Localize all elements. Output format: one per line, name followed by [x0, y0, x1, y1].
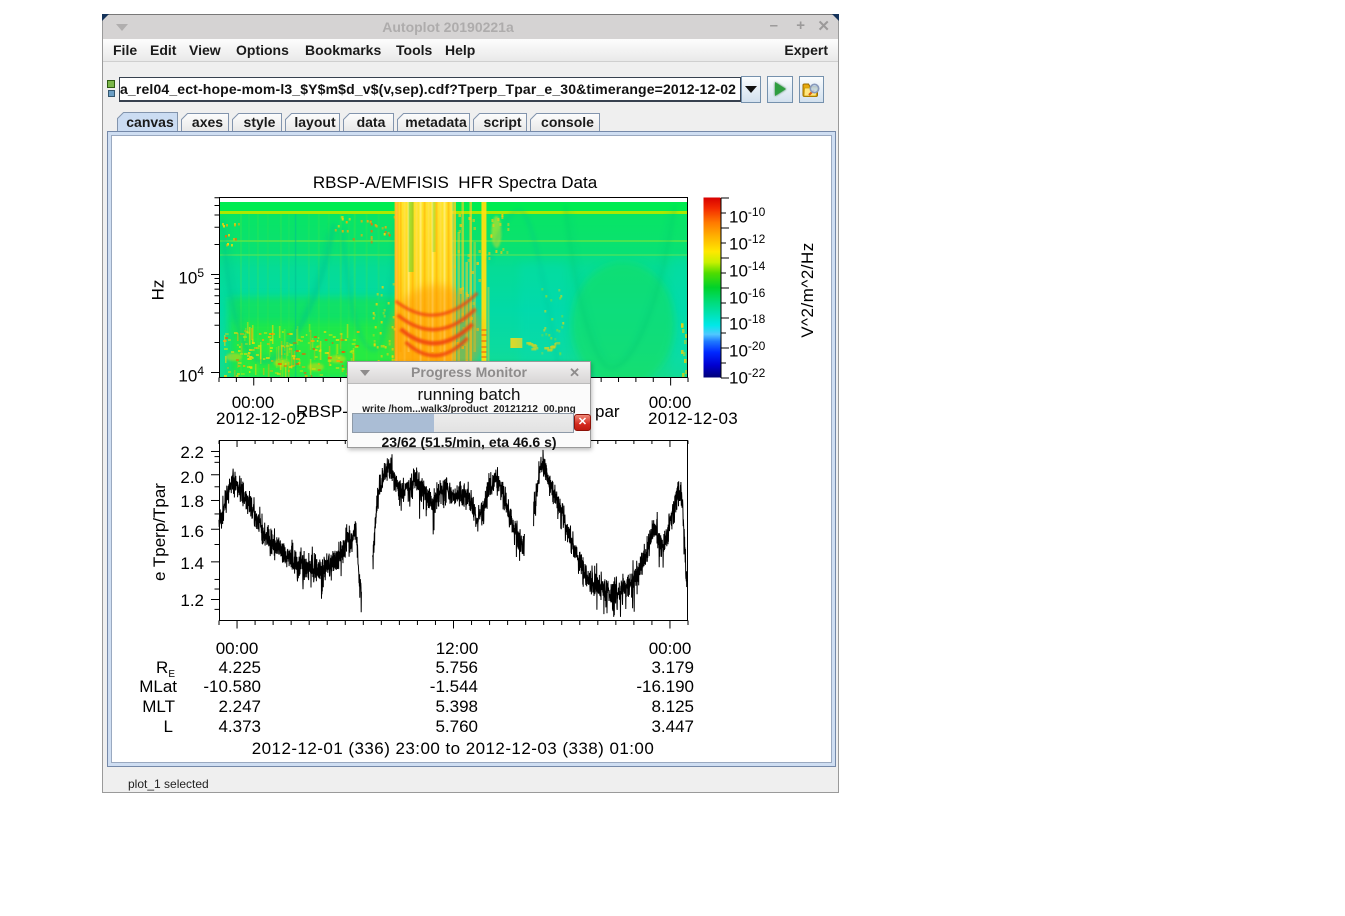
- svg-text:style: style: [244, 114, 276, 130]
- svg-text:metadata: metadata: [405, 114, 467, 130]
- svg-text:console: console: [541, 114, 594, 130]
- svg-text:script: script: [483, 114, 521, 130]
- svg-text:data: data: [357, 114, 386, 130]
- svg-text:layout: layout: [294, 114, 336, 130]
- svg-text:canvas: canvas: [126, 114, 174, 130]
- svg-text:axes: axes: [192, 114, 223, 130]
